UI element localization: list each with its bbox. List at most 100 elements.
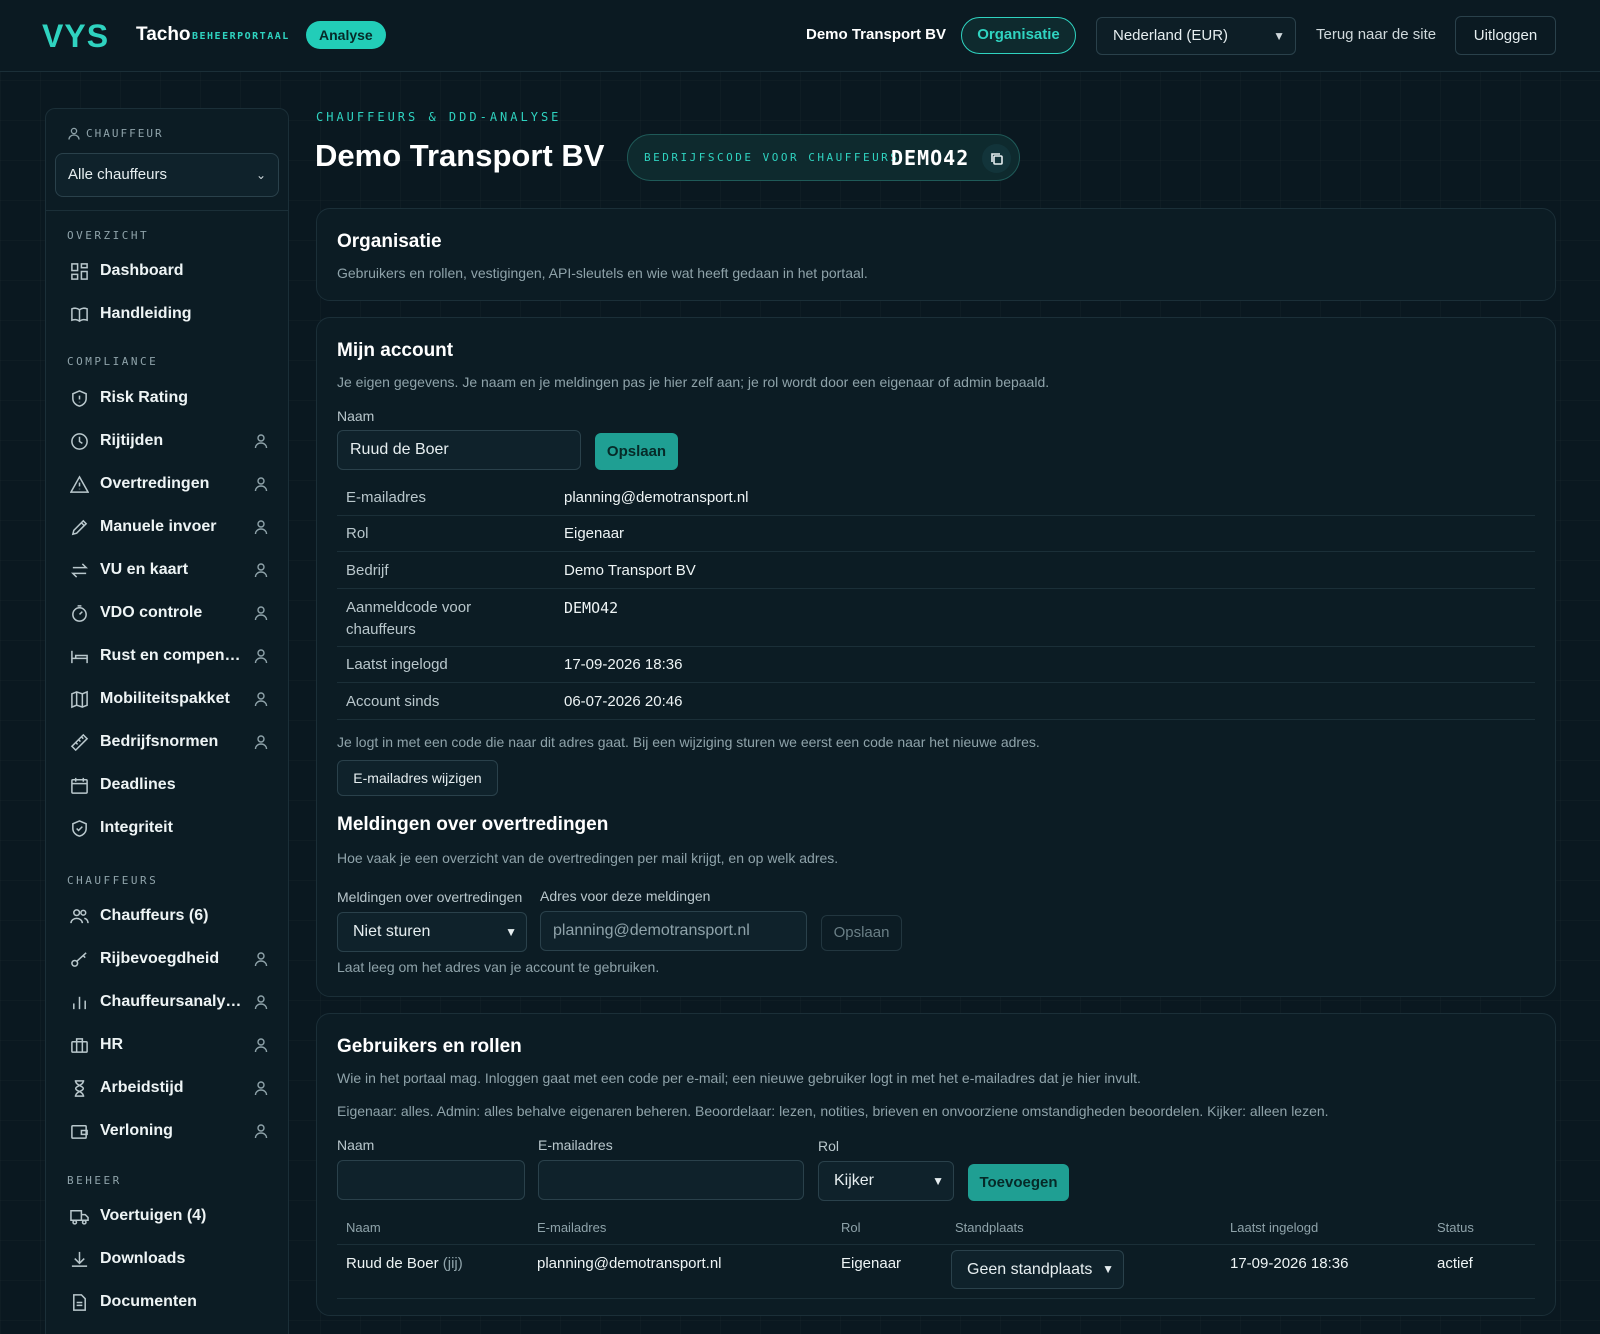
chevron-down-icon: ▼ bbox=[932, 1174, 944, 1188]
company-code-pill: BEDRIJFSCODE VOOR CHAUFFEURS DEMO42 bbox=[627, 134, 1020, 181]
name-input[interactable]: Ruud de Boer bbox=[337, 430, 581, 470]
new-user-name-input[interactable] bbox=[337, 1160, 525, 1200]
chevron-down-icon: ▼ bbox=[1102, 1262, 1114, 1276]
organisation-card-description: Gebruikers en rollen, vestigingen, API-s… bbox=[337, 265, 868, 281]
brand-name: Tacho bbox=[136, 24, 191, 45]
top-bar: VYS Tacho BEHEERPORTAAL Analyse Demo Tra… bbox=[0, 0, 1600, 72]
organisation-button[interactable]: Organisatie bbox=[961, 17, 1076, 54]
sidebar-item-rijtijden[interactable]: Rijtijden bbox=[68, 426, 268, 456]
account-row-account-since: Account sinds 06-07-2026 20:46 bbox=[337, 683, 1535, 720]
column-header: Standplaats bbox=[955, 1220, 1024, 1235]
sidebar-item-mobiliteitspakket[interactable]: Mobiliteitspakket bbox=[68, 684, 268, 714]
person-icon bbox=[68, 127, 80, 140]
person-icon bbox=[254, 1123, 268, 1139]
save-notifications-button[interactable]: Opslaan bbox=[821, 915, 902, 951]
sidebar-item-chauffeursanalyse[interactable]: Chauffeursanaly… bbox=[68, 987, 268, 1017]
sidebar-item-label: Mobiliteitspakket bbox=[100, 690, 230, 707]
book-icon bbox=[68, 303, 90, 325]
save-name-button[interactable]: Opslaan bbox=[595, 433, 678, 470]
pencil-icon bbox=[68, 516, 90, 538]
login-note: Je logt in met een code die naar dit adr… bbox=[337, 734, 1040, 750]
sidebar-item-vdo-controle[interactable]: VDO controle bbox=[68, 598, 268, 628]
sidebar-item-label: HR bbox=[100, 1036, 124, 1053]
notifications-address-input[interactable]: planning@demotransport.nl bbox=[540, 911, 807, 951]
logout-button[interactable]: Uitloggen bbox=[1455, 16, 1556, 55]
account-row-key: Bedrijf bbox=[346, 562, 389, 579]
driver-select-value: Alle chauffeurs bbox=[68, 166, 167, 183]
table-row: Ruud de Boer (jij) planning@demotranspor… bbox=[337, 1245, 1535, 1299]
sidebar-item-label: Rust en compen… bbox=[100, 647, 241, 664]
notifications-frequency-select[interactable]: Niet sturen ▼ bbox=[337, 912, 527, 952]
sidebar-item-dashboard[interactable]: Dashboard bbox=[68, 256, 268, 286]
add-user-button[interactable]: Toevoegen bbox=[968, 1164, 1069, 1201]
logo-mark: VYS bbox=[42, 18, 110, 54]
sidebar-item-risk-rating[interactable]: Risk Rating bbox=[68, 383, 268, 413]
brand-subtitle: BEHEERPORTAAL bbox=[192, 31, 290, 42]
new-user-role-label: Rol bbox=[818, 1138, 840, 1154]
sidebar-item-hr[interactable]: HR bbox=[68, 1030, 268, 1060]
sidebar-item-bedrijfsnormen[interactable]: Bedrijfsnormen bbox=[68, 727, 268, 757]
back-to-site-link[interactable]: Terug naar de site bbox=[1316, 26, 1436, 43]
sidebar-item-rust-en-compensatie[interactable]: Rust en compen… bbox=[68, 641, 268, 671]
sidebar-item-voertuigen[interactable]: Voertuigen (4) bbox=[68, 1201, 268, 1231]
driver-select[interactable]: Alle chauffeurs ⌄ bbox=[55, 153, 279, 197]
new-user-email-label: E-mailadres bbox=[538, 1137, 613, 1153]
truck-icon bbox=[68, 1205, 90, 1227]
sidebar-item-manuele-invoer[interactable]: Manuele invoer bbox=[68, 512, 268, 542]
sidebar-item-label: Rijtijden bbox=[100, 432, 164, 449]
stopwatch-icon bbox=[68, 602, 90, 624]
person-icon bbox=[254, 994, 268, 1010]
change-email-button[interactable]: E-mailadres wijzigen bbox=[337, 760, 498, 796]
user-status: actief bbox=[1437, 1255, 1473, 1272]
sidebar-item-downloads[interactable]: Downloads bbox=[68, 1244, 268, 1274]
download-icon bbox=[68, 1248, 90, 1270]
users-card-title: Gebruikers en rollen bbox=[337, 1036, 522, 1057]
hourglass-icon bbox=[68, 1077, 90, 1099]
account-row-value: 06-07-2026 20:46 bbox=[564, 693, 683, 710]
sidebar-item-vu-en-kaart[interactable]: VU en kaart bbox=[68, 555, 268, 585]
copy-icon[interactable] bbox=[982, 144, 1011, 173]
country-select[interactable]: Nederland (EUR) ▼ bbox=[1096, 17, 1296, 55]
driver-filter-label: CHAUFFEUR bbox=[68, 127, 164, 140]
chevron-down-icon: ▼ bbox=[505, 925, 517, 939]
sidebar-item-verloning[interactable]: Verloning bbox=[68, 1116, 268, 1146]
account-row-value: Eigenaar bbox=[564, 525, 625, 542]
account-row-value: planning@demotransport.nl bbox=[564, 489, 749, 506]
sidebar-item-label: Integriteit bbox=[100, 819, 173, 836]
column-header: Laatst ingelogd bbox=[1230, 1220, 1319, 1235]
wallet-icon bbox=[68, 1120, 90, 1142]
country-select-value: Nederland (EUR) bbox=[1113, 27, 1229, 44]
sidebar-item-label: Chauffeursanaly… bbox=[100, 993, 242, 1010]
sidebar-item-documenten[interactable]: Documenten bbox=[68, 1287, 268, 1317]
sidebar-item-label: Deadlines bbox=[100, 776, 176, 793]
account-card-description: Je eigen gegevens. Je naam en je melding… bbox=[337, 374, 1050, 390]
person-icon bbox=[254, 433, 268, 449]
sidebar-item-label: Verloning bbox=[100, 1122, 173, 1139]
sidebar-item-rijbevoegdheid[interactable]: Rijbevoegdheid bbox=[68, 944, 268, 974]
sidebar-item-overtredingen[interactable]: Overtredingen bbox=[68, 469, 268, 499]
sidebar-item-integriteit[interactable]: Integriteit bbox=[68, 813, 268, 843]
key-icon bbox=[68, 948, 90, 970]
user-location-select[interactable]: Geen standplaats ▼ bbox=[951, 1250, 1124, 1289]
logo[interactable]: VYS bbox=[42, 18, 109, 54]
person-icon bbox=[254, 648, 268, 664]
notifications-frequency-label: Meldingen over overtredingen bbox=[337, 889, 523, 905]
user-location-value: Geen standplaats bbox=[967, 1261, 1093, 1278]
document-icon bbox=[68, 1291, 90, 1313]
sidebar-item-chauffeurs[interactable]: Chauffeurs (6) bbox=[68, 901, 268, 931]
bed-icon bbox=[68, 645, 90, 667]
company-code: DEMO42 bbox=[891, 146, 970, 170]
sidebar-item-arbeidstijd[interactable]: Arbeidstijd bbox=[68, 1073, 268, 1103]
account-row-key: Account sinds bbox=[346, 693, 440, 710]
new-user-role-select[interactable]: Kijker ▼ bbox=[818, 1161, 954, 1201]
sidebar-item-label: Arbeidstijd bbox=[100, 1079, 184, 1096]
transfer-icon bbox=[68, 559, 90, 581]
new-user-email-input[interactable] bbox=[538, 1160, 804, 1200]
section-compliance: COMPLIANCE bbox=[67, 355, 159, 368]
sidebar-item-label: VDO controle bbox=[100, 604, 203, 621]
sidebar-item-handleiding[interactable]: Handleiding bbox=[68, 299, 268, 329]
sidebar-item-deadlines[interactable]: Deadlines bbox=[68, 770, 268, 800]
ruler-icon bbox=[68, 731, 90, 753]
account-row-driver-code: Aanmeldcode voor chauffeurs DEMO42 bbox=[337, 589, 1535, 647]
person-icon bbox=[254, 734, 268, 750]
